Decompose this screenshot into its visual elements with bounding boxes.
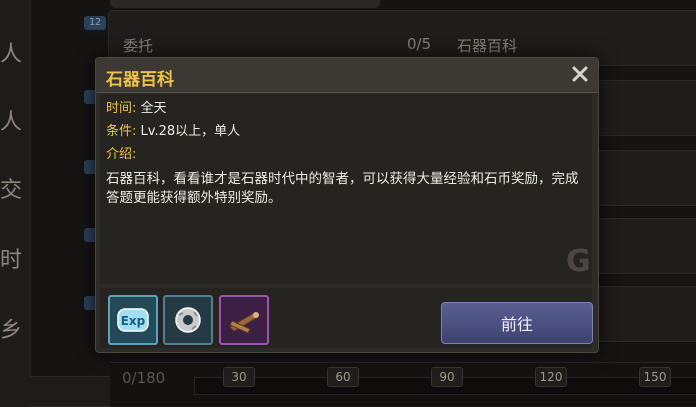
wood-icon — [229, 312, 259, 334]
reward-stone-coin[interactable] — [163, 295, 213, 345]
stone-coin-icon — [175, 307, 201, 333]
time-value: 全天 — [140, 101, 167, 116]
dialog-header: 石器百科 — [96, 58, 598, 93]
dialog-title: 石器百科 — [106, 70, 174, 90]
condition-value: Lv.28以上，单人 — [140, 124, 241, 139]
watermark-logo-icon: G — [566, 244, 591, 279]
condition-label: 条件: — [106, 124, 137, 139]
exp-icon: Exp — [117, 308, 149, 332]
time-row: 时间: 全天 — [106, 100, 167, 118]
rewards-panel: Exp 前往 — [100, 288, 593, 348]
reward-exp[interactable]: Exp — [108, 295, 158, 345]
go-button[interactable]: 前往 — [441, 302, 593, 344]
intro-row: 介绍: — [106, 146, 136, 164]
close-button[interactable] — [568, 62, 592, 86]
activity-detail-dialog: 石器百科 时间: 全天 条件: Lv.28以上，单人 介绍: 石器百科，看看谁才… — [95, 57, 599, 353]
intro-label: 介绍: — [106, 147, 137, 162]
activity-description: 石器百科，看看谁才是石器时代中的智者，可以获得大量经验和石币奖励，完成答题更能获… — [106, 171, 579, 206]
condition-row: 条件: Lv.28以上，单人 — [106, 123, 240, 141]
time-label: 时间: — [106, 101, 137, 116]
info-panel: 时间: 全天 条件: Lv.28以上，单人 介绍: 石器百科，看看谁才是石器时代… — [100, 94, 592, 284]
reward-wood[interactable] — [219, 295, 269, 345]
close-icon — [572, 66, 588, 82]
svg-text:Exp: Exp — [121, 314, 146, 328]
